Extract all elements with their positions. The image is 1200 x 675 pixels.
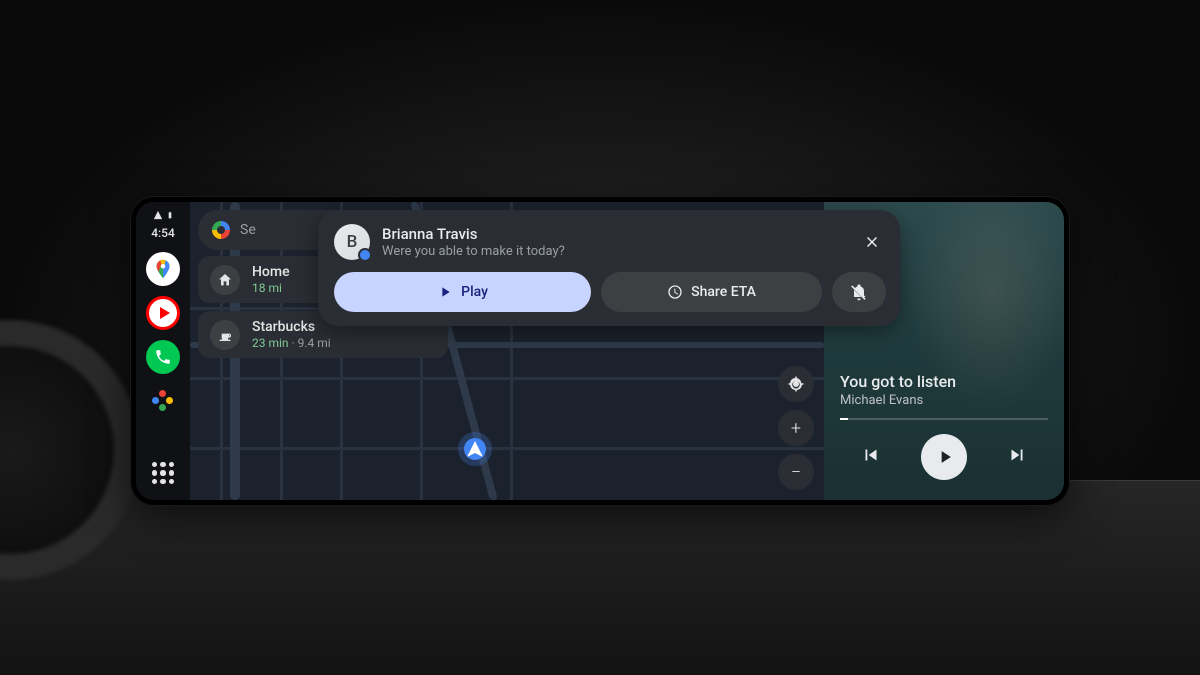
recenter-button[interactable] — [778, 366, 814, 402]
app-icon-phone[interactable] — [146, 340, 180, 374]
play-pause-button[interactable] — [921, 434, 967, 480]
sender-name: Brianna Travis — [382, 225, 846, 243]
map-controls: + − — [778, 366, 814, 490]
track-title: You got to listen — [840, 372, 1048, 391]
track-artist: Michael Evans — [840, 393, 1048, 408]
coffee-icon — [210, 320, 240, 350]
mute-notification-button[interactable] — [832, 272, 886, 312]
play-icon — [437, 284, 453, 300]
message-preview: Were you able to make it today? — [382, 244, 846, 259]
search-placeholder: Se — [240, 222, 256, 238]
message-notification: B Brianna Travis Were you able to make i… — [318, 210, 900, 326]
zoom-in-button[interactable]: + — [778, 410, 814, 446]
clock-icon — [667, 284, 683, 300]
close-icon — [863, 233, 881, 251]
skip-next-icon — [1006, 444, 1028, 466]
android-auto-screen: 4:54 — [136, 202, 1064, 500]
vehicle-interior: 4:54 — [0, 0, 1200, 675]
maps-pin-icon — [212, 221, 230, 239]
playback-progress[interactable] — [840, 418, 1048, 420]
app-launcher-button[interactable] — [146, 456, 180, 490]
play-message-button[interactable]: Play — [334, 272, 591, 312]
bell-off-icon — [849, 282, 869, 302]
clock: 4:54 — [151, 226, 175, 240]
vehicle-marker — [458, 432, 492, 466]
play-triangle-icon — [160, 307, 170, 319]
app-icon-maps[interactable] — [146, 252, 180, 286]
share-eta-label: Share ETA — [691, 284, 756, 300]
sender-avatar: B — [334, 224, 370, 260]
map-panel[interactable]: Se Home 18 mi — [190, 202, 824, 500]
suggestion-subtitle: 23 min · 9.4 mi — [252, 336, 436, 350]
car-dashboard — [0, 480, 1200, 675]
phone-icon — [154, 348, 172, 366]
home-icon — [210, 265, 240, 295]
previous-track-button[interactable] — [860, 444, 882, 470]
app-icon-assistant[interactable] — [146, 384, 180, 418]
next-track-button[interactable] — [1006, 444, 1028, 470]
signal-icon — [153, 210, 163, 220]
nav-rail: 4:54 — [136, 202, 190, 500]
dismiss-notification-button[interactable] — [858, 228, 886, 256]
messages-badge-icon — [358, 248, 372, 262]
play-button-label: Play — [461, 284, 488, 300]
infotainment-display: 4:54 — [130, 196, 1070, 506]
maps-pin-icon — [152, 258, 174, 280]
battery-icon — [166, 210, 174, 220]
zoom-out-button[interactable]: − — [778, 454, 814, 490]
avatar-initial: B — [347, 232, 358, 252]
app-icon-youtube-music[interactable] — [146, 296, 180, 330]
status-bar — [153, 210, 174, 220]
play-icon — [935, 447, 955, 467]
share-eta-button[interactable]: Share ETA — [601, 272, 822, 312]
assistant-logo-icon — [152, 390, 174, 412]
skip-previous-icon — [860, 444, 882, 466]
